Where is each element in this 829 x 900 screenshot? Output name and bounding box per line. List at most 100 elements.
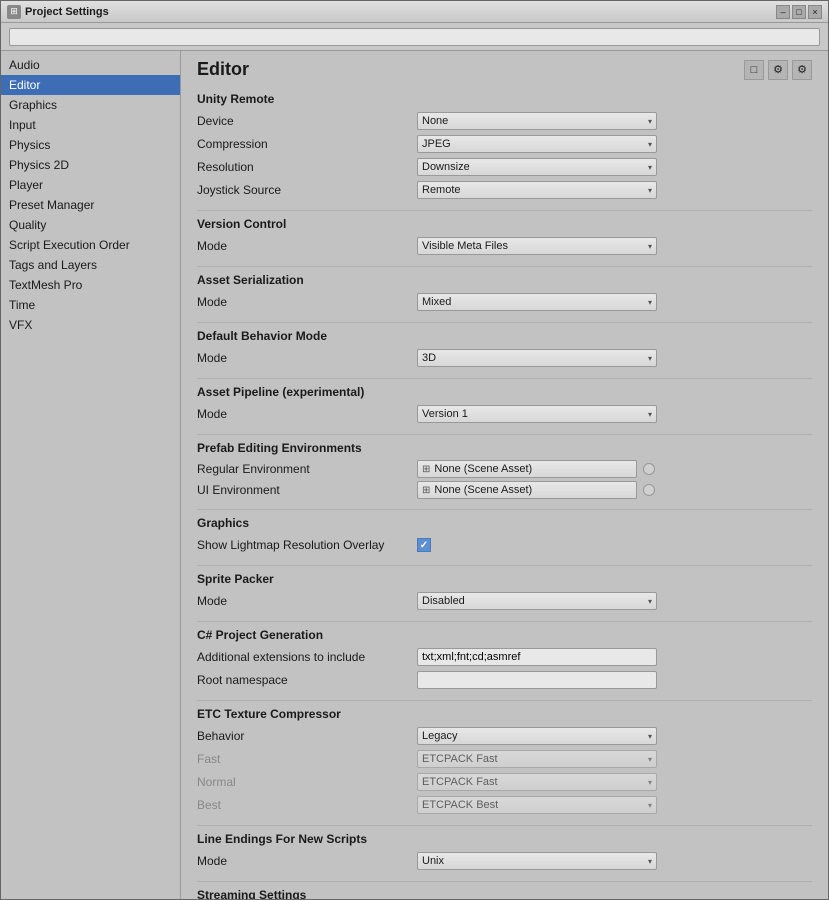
dropdown-joystick[interactable]: Remote ▾	[417, 181, 657, 199]
divider-4	[197, 378, 812, 379]
field-control-best: ETCPACK Best ▾	[417, 796, 812, 814]
field-row-best: Best ETCPACK Best ▾	[197, 795, 812, 815]
sidebar-item-textmesh-pro[interactable]: TextMesh Pro	[1, 275, 180, 295]
dropdown-behavior[interactable]: Legacy ▾	[417, 727, 657, 745]
field-row-vc-mode: Mode Visible Meta Files ▾	[197, 236, 812, 256]
sidebar-item-time[interactable]: Time	[1, 295, 180, 315]
minimize-button[interactable]: –	[776, 5, 790, 19]
dropdown-compression[interactable]: JPEG ▾	[417, 135, 657, 153]
dropdown-device[interactable]: None ▾	[417, 112, 657, 130]
scene-picker-regular-circle[interactable]	[643, 463, 655, 475]
sidebar-item-quality[interactable]: Quality	[1, 215, 180, 235]
field-label-fast: Fast	[197, 752, 417, 766]
dropdown-ap-mode-value: Version 1	[422, 408, 468, 420]
field-row-lightmap: Show Lightmap Resolution Overlay ✓	[197, 535, 812, 555]
chevron-down-icon: ▾	[648, 801, 652, 810]
dropdown-fast[interactable]: ETCPACK Fast ▾	[417, 750, 657, 768]
chevron-down-icon: ▾	[648, 298, 652, 307]
header-icons: □ ⚙ ⚙	[744, 60, 812, 80]
field-label-ap-mode: Mode	[197, 407, 417, 421]
chevron-down-icon: ▾	[648, 186, 652, 195]
sidebar-item-physics[interactable]: Physics	[1, 135, 180, 155]
section-asset-pipeline: Asset Pipeline (experimental) Mode Versi…	[197, 385, 812, 424]
divider-11	[197, 881, 812, 882]
dropdown-joystick-value: Remote	[422, 184, 461, 196]
dropdown-as-mode[interactable]: Mixed ▾	[417, 293, 657, 311]
field-label-namespace: Root namespace	[197, 673, 417, 687]
section-etc-texture: ETC Texture Compressor Behavior Legacy ▾…	[197, 707, 812, 815]
window-title: Project Settings	[25, 6, 776, 18]
divider-7	[197, 565, 812, 566]
field-label-compression: Compression	[197, 137, 417, 151]
scene-picker-ui-value: None (Scene Asset)	[434, 484, 532, 496]
dropdown-db-mode[interactable]: 3D ▾	[417, 349, 657, 367]
section-title-graphics: Graphics	[197, 516, 812, 530]
dropdown-resolution[interactable]: Downsize ▾	[417, 158, 657, 176]
section-version-control: Version Control Mode Visible Meta Files …	[197, 217, 812, 256]
scene-picker-regular[interactable]: ⊞ None (Scene Asset)	[417, 460, 637, 478]
sidebar-item-physics2d[interactable]: Physics 2D	[1, 155, 180, 175]
dropdown-best[interactable]: ETCPACK Best ▾	[417, 796, 657, 814]
field-label-db-mode: Mode	[197, 351, 417, 365]
dropdown-device-value: None	[422, 115, 448, 127]
dropdown-normal[interactable]: ETCPACK Fast ▾	[417, 773, 657, 791]
main-content: Audio Editor Graphics Input Physics Phys…	[1, 51, 828, 899]
field-row-le-mode: Mode Unix ▾	[197, 851, 812, 871]
header-icon-doc[interactable]: □	[744, 60, 764, 80]
field-label-le-mode: Mode	[197, 854, 417, 868]
sidebar-item-player[interactable]: Player	[1, 175, 180, 195]
field-control-le-mode: Unix ▾	[417, 852, 812, 870]
dropdown-ap-mode[interactable]: Version 1 ▾	[417, 405, 657, 423]
sidebar-item-input[interactable]: Input	[1, 115, 180, 135]
dropdown-sp-mode[interactable]: Disabled ▾	[417, 592, 657, 610]
field-control-vc-mode: Visible Meta Files ▾	[417, 237, 812, 255]
main-window: ⊞ Project Settings – □ × Audio Editor Gr…	[0, 0, 829, 900]
field-row-resolution: Resolution Downsize ▾	[197, 157, 812, 177]
scene-picker-ui[interactable]: ⊞ None (Scene Asset)	[417, 481, 637, 499]
header-icon-settings2[interactable]: ⚙	[792, 60, 812, 80]
maximize-button[interactable]: □	[792, 5, 806, 19]
input-extensions[interactable]	[417, 648, 657, 666]
close-button[interactable]: ×	[808, 5, 822, 19]
dropdown-le-mode[interactable]: Unix ▾	[417, 852, 657, 870]
content-area: Editor □ ⚙ ⚙ Unity Remote Device None ▾	[181, 51, 828, 899]
sidebar-item-preset-manager[interactable]: Preset Manager	[1, 195, 180, 215]
sidebar-item-graphics[interactable]: Graphics	[1, 95, 180, 115]
dropdown-vc-mode[interactable]: Visible Meta Files ▾	[417, 237, 657, 255]
field-row-namespace: Root namespace	[197, 670, 812, 690]
field-control-normal: ETCPACK Fast ▾	[417, 773, 812, 791]
field-label-extensions: Additional extensions to include	[197, 650, 417, 664]
field-label-regular-env: Regular Environment	[197, 462, 417, 476]
input-namespace[interactable]	[417, 671, 657, 689]
field-row-ap-mode: Mode Version 1 ▾	[197, 404, 812, 424]
section-title-prefab-editing: Prefab Editing Environments	[197, 441, 812, 455]
section-default-behavior: Default Behavior Mode Mode 3D ▾	[197, 329, 812, 368]
chevron-down-icon: ▾	[648, 242, 652, 251]
section-title-line-endings: Line Endings For New Scripts	[197, 832, 812, 846]
divider-6	[197, 509, 812, 510]
sidebar-item-script-execution-order[interactable]: Script Execution Order	[1, 235, 180, 255]
field-control-lightmap: ✓	[417, 538, 812, 552]
field-label-joystick: Joystick Source	[197, 183, 417, 197]
field-row-normal: Normal ETCPACK Fast ▾	[197, 772, 812, 792]
sidebar-item-vfx[interactable]: VFX	[1, 315, 180, 335]
section-asset-serialization: Asset Serialization Mode Mixed ▾	[197, 273, 812, 312]
search-input[interactable]	[9, 28, 820, 46]
section-csharp: C# Project Generation Additional extensi…	[197, 628, 812, 690]
scene-picker-ui-circle[interactable]	[643, 484, 655, 496]
field-label-device: Device	[197, 114, 417, 128]
checkbox-lightmap[interactable]: ✓	[417, 538, 431, 552]
dropdown-normal-value: ETCPACK Fast	[422, 776, 498, 788]
scene-icon: ⊞	[422, 464, 430, 475]
field-control-compression: JPEG ▾	[417, 135, 812, 153]
dropdown-best-value: ETCPACK Best	[422, 799, 498, 811]
divider-3	[197, 322, 812, 323]
field-control-joystick: Remote ▾	[417, 181, 812, 199]
sidebar-item-tags-and-layers[interactable]: Tags and Layers	[1, 255, 180, 275]
sidebar-item-audio[interactable]: Audio	[1, 55, 180, 75]
header-icon-settings1[interactable]: ⚙	[768, 60, 788, 80]
chevron-down-icon: ▾	[648, 354, 652, 363]
sidebar-item-editor[interactable]: Editor	[1, 75, 180, 95]
chevron-down-icon: ▾	[648, 857, 652, 866]
section-title-unity-remote: Unity Remote	[197, 92, 812, 106]
